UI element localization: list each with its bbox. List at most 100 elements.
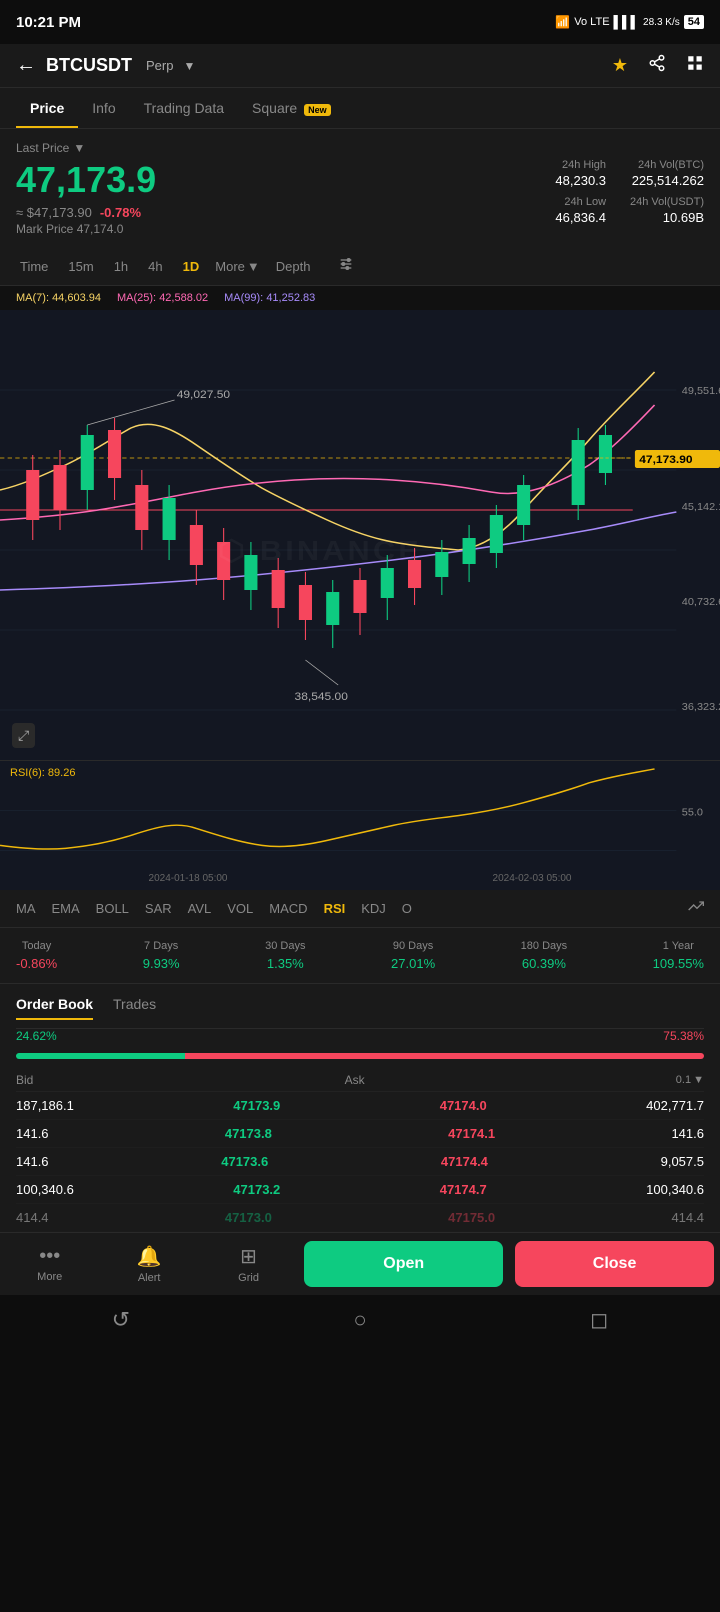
bid-ask-progress	[16, 1053, 704, 1059]
ask-qty-4: 100,340.6	[646, 1182, 704, 1197]
bid-qty-1: 187,186.1	[16, 1098, 74, 1113]
svg-text:49,027.50: 49,027.50	[177, 389, 230, 400]
price-stats: 24h High 48,230.3 24h Low 46,836.4 24h V…	[555, 159, 704, 225]
ind-tab-vol[interactable]: VOL	[227, 901, 253, 916]
back-button[interactable]: ←	[16, 54, 36, 77]
header-icons: ★	[612, 54, 704, 77]
timeframe-1d[interactable]: 1D	[179, 257, 204, 276]
last-price-label: Last Price ▼	[16, 141, 704, 155]
timeframe-time[interactable]: Time	[16, 257, 52, 276]
ind-tab-sar[interactable]: SAR	[145, 901, 172, 916]
share-icon[interactable]	[648, 54, 666, 77]
progress-labels: 24.62% 75.38%	[16, 1029, 704, 1043]
status-time: 10:21 PM	[16, 14, 81, 31]
ob-row-1: 187,186.1 47173.9 47174.0 402,771.7	[16, 1092, 704, 1120]
more-nav-label: More	[37, 1271, 62, 1283]
nav-grid[interactable]: ⊞ Grid	[199, 1244, 298, 1284]
mark-price-row: Mark Price 47,174.0	[16, 222, 156, 236]
svg-text:36,323.22: 36,323.22	[682, 702, 720, 713]
wifi-icon: 📶	[555, 15, 570, 29]
ticker-title: BTCUSDT	[46, 55, 132, 76]
timeframe-4h[interactable]: 4h	[144, 257, 166, 276]
perf-90d-value: 27.01%	[391, 956, 435, 971]
perf-7d: 7 Days 9.93%	[143, 940, 180, 971]
ind-tab-boll[interactable]: BOLL	[96, 901, 129, 916]
chart-dates: 2024-01-18 05:00 2024-02-03 05:00	[0, 873, 720, 884]
order-book-section: Order Book Trades 24.62% 75.38% Bid Ask …	[0, 984, 720, 1232]
recents-gesture-button[interactable]: ◻	[590, 1307, 608, 1333]
tab-trades[interactable]: Trades	[113, 996, 156, 1020]
svg-text:47,173.90: 47,173.90	[639, 454, 692, 465]
more-dropdown-icon: ▼	[247, 259, 260, 274]
ticker-type: Perp	[146, 58, 173, 73]
bid-price-3: 47173.6	[221, 1154, 268, 1169]
status-icons: 📶 Vo LTE ▌▌▌ 28.3 K/s 54	[555, 15, 704, 29]
main-price: 47,173.9	[16, 159, 156, 201]
ind-tab-ma[interactable]: MA	[16, 901, 36, 916]
home-gesture-button[interactable]: ○	[353, 1307, 366, 1333]
perf-30d: 30 Days 1.35%	[265, 940, 305, 971]
perf-1y-value: 109.55%	[653, 956, 704, 971]
ask-price-4: 47174.7	[440, 1182, 487, 1197]
nav-alert[interactable]: 🔔 Alert	[99, 1244, 198, 1284]
header-left: ← BTCUSDT Perp ▼	[16, 54, 195, 77]
ma7-indicator: MA(7): 44,603.94	[16, 292, 101, 304]
open-button[interactable]: Open	[304, 1241, 503, 1287]
bid-qty-2: 141.6	[16, 1126, 49, 1141]
price-left: 47,173.9 ≈ $47,173.90 -0.78% Mark Price …	[16, 159, 156, 236]
indicator-settings-icon[interactable]	[688, 898, 704, 919]
ask-qty-1: 402,771.7	[646, 1098, 704, 1113]
ind-tab-macd[interactable]: MACD	[269, 901, 307, 916]
tab-trading-data[interactable]: Trading Data	[130, 88, 238, 128]
signal-icon: Vo LTE	[574, 16, 609, 28]
svg-text:40,732.69: 40,732.69	[682, 597, 720, 608]
more-label: More	[215, 259, 245, 274]
ind-tab-ema[interactable]: EMA	[52, 901, 80, 916]
data-speed: 28.3 K/s	[643, 17, 680, 28]
perf-today-value: -0.86%	[16, 956, 57, 971]
tab-info[interactable]: Info	[78, 88, 129, 128]
chart-settings-icon[interactable]	[338, 256, 354, 277]
favorite-icon[interactable]: ★	[612, 55, 628, 76]
status-bar: 10:21 PM 📶 Vo LTE ▌▌▌ 28.3 K/s 54	[0, 0, 720, 44]
chart-area[interactable]: 49,027.50 38,545.00 49,551.63 45,142.16 …	[0, 310, 720, 760]
svg-text:45,142.16: 45,142.16	[682, 502, 720, 513]
perf-180d-value: 60.39%	[521, 956, 567, 971]
timeframe-1h[interactable]: 1h	[110, 257, 132, 276]
tab-square[interactable]: Square New	[238, 88, 345, 128]
performance-section: Today -0.86% 7 Days 9.93% 30 Days 1.35% …	[0, 928, 720, 984]
perf-90d: 90 Days 27.01%	[391, 940, 435, 971]
tab-order-book[interactable]: Order Book	[16, 996, 93, 1020]
grid-nav-label: Grid	[238, 1272, 259, 1284]
usd-price: ≈ $47,173.90	[16, 205, 92, 220]
system-nav-bar: ↺ ○ ◻	[0, 1295, 720, 1345]
ob-row-5: 414.4 47173.0 47175.0 414.4	[16, 1204, 704, 1232]
back-gesture-button[interactable]: ↺	[112, 1307, 130, 1333]
perf-1y: 1 Year 109.55%	[653, 940, 704, 971]
ind-tab-o[interactable]: O	[402, 901, 412, 916]
ask-bar	[185, 1053, 704, 1059]
tab-price[interactable]: Price	[16, 88, 78, 128]
timeframe-15m[interactable]: 15m	[64, 257, 97, 276]
ticker-dropdown-arrow[interactable]: ▼	[183, 59, 195, 73]
timeframe-depth[interactable]: Depth	[272, 257, 315, 276]
perf-7d-value: 9.93%	[143, 956, 180, 971]
perf-30d-value: 1.35%	[265, 956, 305, 971]
size-header: 0.1 ▼	[676, 1073, 704, 1087]
high-stat: 24h High 48,230.3 24h Low 46,836.4	[555, 159, 606, 225]
ind-tab-kdj[interactable]: KDJ	[361, 901, 386, 916]
order-book-tabs: Order Book Trades	[16, 984, 704, 1029]
mark-price-value: 47,174.0	[77, 222, 124, 236]
layout-icon[interactable]	[686, 54, 704, 77]
timeframe-more[interactable]: More ▼	[215, 259, 260, 274]
ind-tab-rsi[interactable]: RSI	[324, 901, 346, 916]
ask-qty-2: 141.6	[671, 1126, 704, 1141]
network-bars: ▌▌▌	[614, 15, 640, 29]
expand-chart-icon[interactable]: ⤢	[12, 723, 35, 748]
ma-indicators-row: MA(7): 44,603.94 MA(25): 42,588.02 MA(99…	[0, 286, 720, 310]
ma25-indicator: MA(25): 42,588.02	[117, 292, 208, 304]
nav-more[interactable]: ••• More	[0, 1245, 99, 1283]
close-button[interactable]: Close	[515, 1241, 714, 1287]
ind-tab-avl[interactable]: AVL	[188, 901, 212, 916]
price-main-row: 47,173.9 ≈ $47,173.90 -0.78% Mark Price …	[16, 159, 704, 236]
